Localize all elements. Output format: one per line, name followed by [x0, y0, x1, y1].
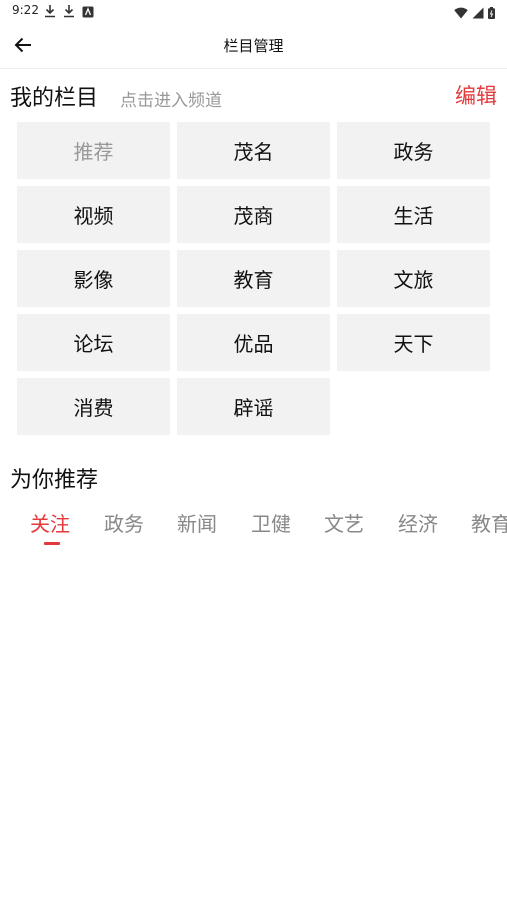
edit-button[interactable]: 编辑	[455, 80, 497, 110]
channel-item[interactable]: 文旅	[337, 250, 490, 307]
channel-item[interactable]: 优品	[177, 314, 330, 371]
tab-arts[interactable]: 文艺	[324, 508, 364, 537]
channel-item[interactable]: 教育	[177, 250, 330, 307]
recommend-tabs: 关注 政务 新闻 卫健 文艺 经济 教育	[0, 508, 507, 548]
status-right	[454, 4, 495, 23]
my-channels-hint: 点击进入频道	[120, 91, 222, 111]
channel-item[interactable]: 辟谣	[177, 378, 330, 435]
active-tab-indicator	[44, 542, 60, 545]
tab-news[interactable]: 新闻	[177, 508, 217, 537]
channel-item[interactable]: 天下	[337, 314, 490, 371]
tab-health[interactable]: 卫健	[251, 508, 291, 537]
signal-icon	[472, 4, 484, 23]
my-channels-title: 我的栏目	[10, 86, 99, 111]
battery-icon	[488, 4, 495, 23]
channel-item[interactable]: 视频	[17, 186, 170, 243]
channel-item[interactable]: 生活	[337, 186, 490, 243]
channel-item[interactable]: 茂名	[177, 122, 330, 179]
tab-follow[interactable]: 关注	[30, 508, 70, 537]
recommend-title: 为你推荐	[10, 468, 99, 493]
page-title: 栏目管理	[223, 37, 284, 55]
app-notification-icon	[82, 3, 94, 22]
my-channels-header: 我的栏目 点击进入频道 编辑	[10, 80, 497, 112]
channel-item[interactable]: 论坛	[17, 314, 170, 371]
tab-education[interactable]: 教育	[471, 508, 507, 537]
channel-item[interactable]: 消费	[17, 378, 170, 435]
channel-item[interactable]: 政务	[337, 122, 490, 179]
channel-item[interactable]: 推荐	[17, 122, 170, 179]
wifi-icon	[454, 4, 468, 23]
tab-government[interactable]: 政务	[104, 508, 144, 537]
app-bar: 栏目管理	[0, 22, 507, 69]
channel-item[interactable]: 影像	[17, 250, 170, 307]
status-bar: 9:22	[0, 0, 507, 22]
download-icon	[44, 3, 56, 22]
channel-item[interactable]: 茂商	[177, 186, 330, 243]
status-time: 9:22	[12, 3, 39, 17]
my-channels-grid: 推荐 茂名 政务 视频 茂商 生活 影像 教育 文旅 论坛 优品 天下 消费 辟…	[17, 122, 491, 435]
download-icon	[63, 3, 75, 22]
tab-economy[interactable]: 经济	[398, 508, 438, 537]
